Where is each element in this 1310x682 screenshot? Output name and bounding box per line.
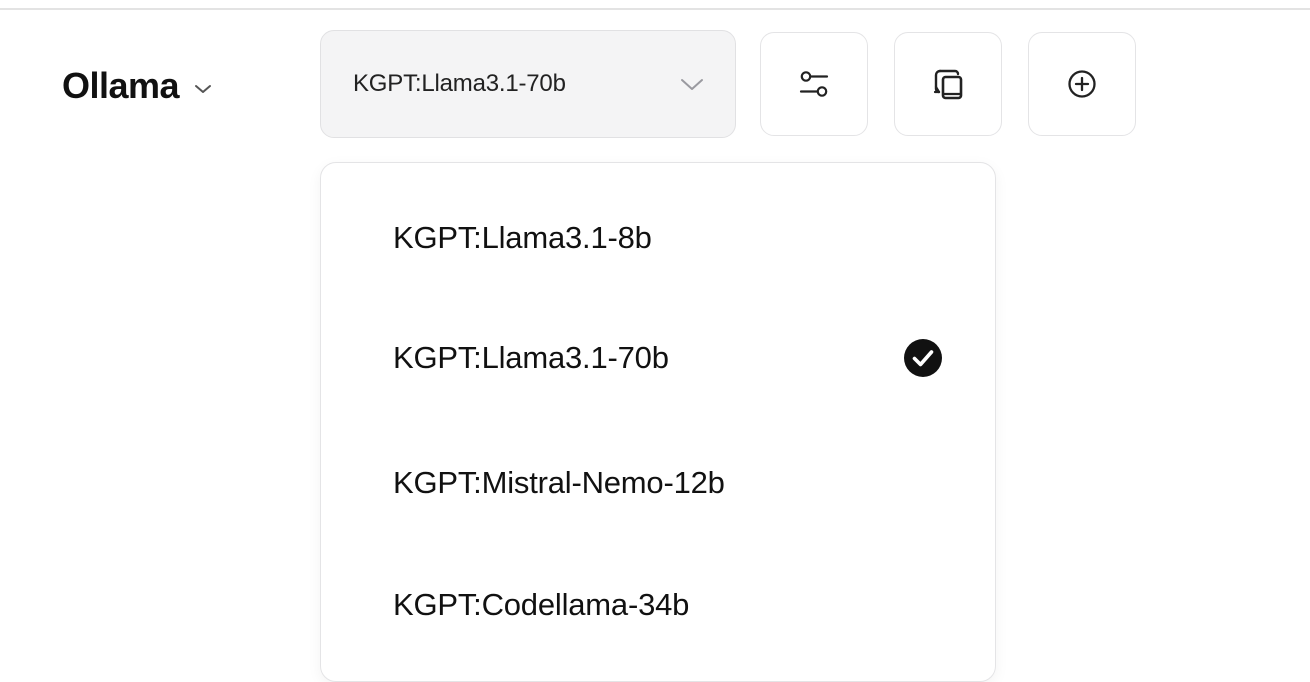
model-option[interactable]: KGPT:Mistral-Nemo-12b xyxy=(321,433,995,533)
model-dropdown-menu: KGPT:Llama3.1-8b KGPT:Llama3.1-70b KGPT:… xyxy=(320,162,996,682)
model-option-label: KGPT:Codellama-34b xyxy=(393,587,690,622)
sliders-icon xyxy=(799,71,829,97)
new-chat-button[interactable] xyxy=(1028,32,1136,136)
model-option[interactable]: KGPT:Llama3.1-8b xyxy=(321,188,995,288)
chevron-down-icon xyxy=(681,79,703,90)
check-circle-icon xyxy=(904,339,942,377)
copy-icon xyxy=(933,69,963,100)
model-option-selected[interactable]: KGPT:Llama3.1-70b xyxy=(321,308,995,408)
model-select-value: KGPT:Llama3.1-70b xyxy=(353,70,566,97)
model-option-label: KGPT:Llama3.1-70b xyxy=(393,340,669,375)
top-divider xyxy=(0,8,1310,10)
model-option-label: KGPT:Llama3.1-8b xyxy=(393,220,652,255)
settings-button[interactable] xyxy=(760,32,868,136)
model-option[interactable]: KGPT:Codellama-34b xyxy=(321,555,995,655)
model-select[interactable]: KGPT:Llama3.1-70b xyxy=(320,30,736,138)
model-option-label: KGPT:Mistral-Nemo-12b xyxy=(393,465,725,500)
chevron-down-icon xyxy=(195,85,212,93)
provider-label: Ollama xyxy=(62,65,180,106)
copy-button[interactable] xyxy=(894,32,1002,136)
provider-selector[interactable]: Ollama xyxy=(62,62,213,110)
plus-circle-icon xyxy=(1068,70,1096,98)
